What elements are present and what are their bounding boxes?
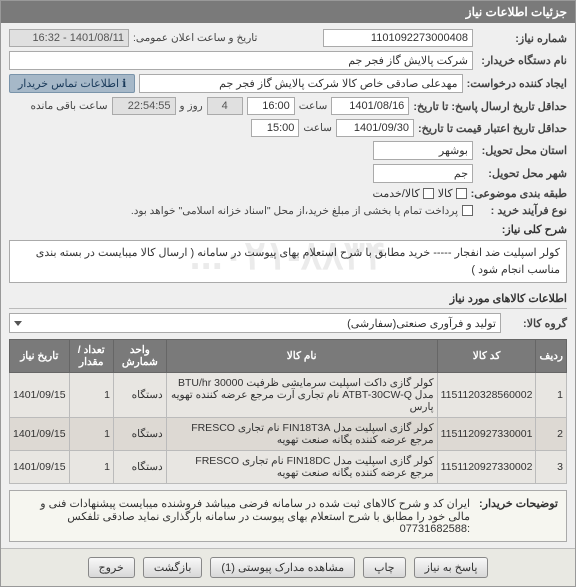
announce-value: 1401/08/11 - 16:32 (9, 29, 129, 47)
goods-table: ردیف کد کالا نام کالا واحد شمارش تعداد /… (9, 339, 567, 484)
cell-qty: 1 (69, 373, 113, 418)
need-details-panel: جزئیات اطلاعات نیاز ۰۲۱-۸۸۳۴... شماره نی… (0, 0, 576, 587)
table-row[interactable]: 2 1151120927330001 کولر گازی اسپلیت مدل … (10, 418, 567, 451)
purchase-type-label: نوع فرآیند خرید : (477, 204, 567, 217)
attachments-button[interactable]: مشاهده مدارک پیوستی (1) (210, 557, 355, 578)
chevron-down-icon (14, 321, 22, 326)
cell-unit: دستگاه (113, 373, 166, 418)
requester-value: مهدعلی صادقی خاص کالا شرکت پالایش گاز فج… (139, 74, 462, 93)
announce-label: تاریخ و ساعت اعلان عمومی: (133, 32, 257, 44)
buyer-notes-label: توضیحات خریدار: (478, 497, 558, 535)
need-desc-label: شرح کلی نیاز: (502, 223, 567, 236)
category-goods-label: کالا (438, 187, 453, 200)
cell-name: کولر گازی داکت اسپلیت سرمایشی ظرفیت BTU/… (166, 373, 437, 418)
cell-unit: دستگاه (113, 451, 166, 484)
cell-n: 3 (536, 451, 567, 484)
city-label: شهر محل تحویل: (477, 167, 567, 180)
validity-time-lbl: ساعت (303, 122, 332, 134)
category-service-label: کالا/خدمت (373, 187, 420, 200)
deadline-counter: 22:54:55 (112, 97, 176, 115)
category-goods-check[interactable]: کالا (438, 187, 467, 200)
need-no-value: 1101092273000408 (323, 29, 473, 47)
group-select-value: تولید و فرآوری صنعتی(سفارشی) (347, 317, 496, 330)
buyer-contact-label: اطلاعات تماس خریدار (18, 78, 119, 90)
cell-name: کولر گازی اسپلیت مدل FIN18DC نام تجاری F… (166, 451, 437, 484)
checkbox-icon (462, 205, 473, 216)
back-button[interactable]: بازگشت (143, 557, 203, 578)
table-row[interactable]: 1 1151120328560002 کولر گازی داکت اسپلیت… (10, 373, 567, 418)
col-qty: تعداد / مقدار (69, 340, 113, 373)
purchase-type-check[interactable] (462, 205, 473, 216)
deadline-date: 1401/08/16 (331, 97, 409, 115)
checkbox-icon (423, 188, 434, 199)
need-no-label: شماره نیاز: (477, 32, 567, 45)
deadline-time: 16:00 (247, 97, 295, 115)
checkbox-icon (456, 188, 467, 199)
col-code: کد کالا (437, 340, 536, 373)
category-service-check[interactable]: کالا/خدمت (373, 187, 434, 200)
city-value: جم (373, 164, 473, 183)
cell-code: 1151120927330002 (437, 451, 536, 484)
cell-code: 1151120927330001 (437, 418, 536, 451)
deadline-remain: ساعت باقی مانده (30, 100, 107, 112)
validity-time: 15:00 (251, 119, 299, 137)
buyer-label: نام دستگاه خریدار: (477, 54, 567, 67)
form-body: ۰۲۱-۸۸۳۴... شماره نیاز: 1101092273000408… (1, 23, 575, 548)
purchase-type-note: پرداخت تمام یا بخشی از مبلغ خرید،از محل … (9, 205, 458, 217)
province-value: بوشهر (373, 141, 473, 160)
category-label: طبقه بندی موضوعی: (471, 187, 567, 200)
validity-date: 1401/09/30 (336, 119, 414, 137)
buyer-notes-box: توضیحات خریدار: ایران کد و شرح کالاهای ث… (9, 490, 567, 542)
deadline-time-lbl: ساعت (299, 100, 328, 112)
reply-button[interactable]: پاسخ به نیاز (414, 557, 489, 578)
cell-date: 1401/09/15 (10, 373, 70, 418)
print-button[interactable]: چاپ (363, 557, 406, 578)
deadline-days: 4 (207, 97, 243, 115)
buyer-notes-text: ایران کد و شرح کالاهای ثبت شده در سامانه… (18, 497, 470, 535)
col-unit: واحد شمارش (113, 340, 166, 373)
cell-name: کولر گازی اسپلیت مدل FIN18T3A نام تجاری … (166, 418, 437, 451)
group-select[interactable]: تولید و فرآوری صنعتی(سفارشی) (9, 313, 501, 333)
buyer-value: شرکت پالایش گاز فجر جم (9, 51, 473, 70)
cell-code: 1151120328560002 (437, 373, 536, 418)
cell-date: 1401/09/15 (10, 418, 70, 451)
cell-n: 1 (536, 373, 567, 418)
panel-title: جزئیات اطلاعات نیاز (1, 1, 575, 23)
cell-qty: 1 (69, 418, 113, 451)
cell-date: 1401/09/15 (10, 451, 70, 484)
validity-label: حداقل تاریخ اعتبار قیمت تا تاریخ: (418, 122, 567, 135)
cell-n: 2 (536, 418, 567, 451)
buyer-contact-link[interactable]: ℹ اطلاعات تماس خریدار (9, 74, 135, 93)
goods-section-header: اطلاعات کالاهای مورد نیاز (9, 289, 567, 309)
table-row[interactable]: 3 1151120927330002 کولر گازی اسپلیت مدل … (10, 451, 567, 484)
col-date: تاریخ نیاز (10, 340, 70, 373)
cell-unit: دستگاه (113, 418, 166, 451)
group-label: گروه کالا: (507, 317, 567, 330)
deadline-label: حداقل تاریخ ارسال پاسخ: تا تاریخ: (413, 100, 567, 113)
need-desc-value: کولر اسپلیت ضد انفجار ----- خرید مطابق ب… (9, 240, 567, 283)
requester-label: ایجاد کننده درخواست: (467, 77, 567, 90)
info-icon: ℹ (122, 78, 126, 90)
button-bar: پاسخ به نیاز چاپ مشاهده مدارک پیوستی (1)… (1, 548, 575, 586)
province-label: استان محل تحویل: (477, 144, 567, 157)
col-row: ردیف (536, 340, 567, 373)
exit-button[interactable]: خروج (88, 557, 135, 578)
deadline-days-suffix: روز و (180, 100, 203, 112)
cell-qty: 1 (69, 451, 113, 484)
col-name: نام کالا (166, 340, 437, 373)
